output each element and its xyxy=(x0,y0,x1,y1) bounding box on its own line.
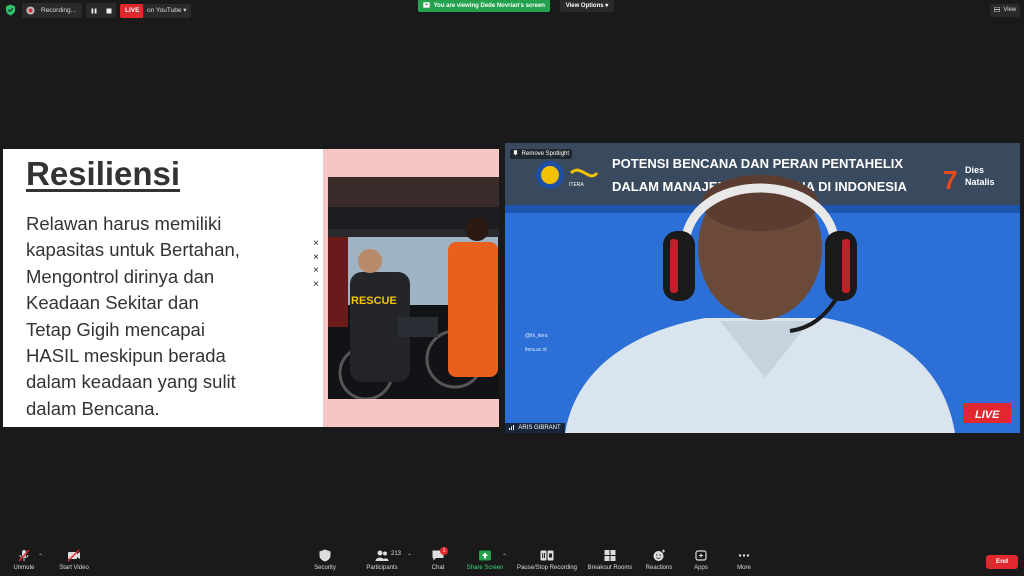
slide-body-line: kapasitas untuk Bertahan, xyxy=(26,239,240,261)
participants-count: 213 xyxy=(391,551,402,557)
share-screen-icon xyxy=(479,550,491,561)
grid-view-icon xyxy=(993,6,1001,13)
more-label: More xyxy=(737,565,751,571)
breakout-rooms-button[interactable]: Breakout Rooms xyxy=(585,542,635,576)
view-options-button[interactable]: View Options ▾ xyxy=(560,0,614,12)
slide-body-line: Relawan harus memiliki xyxy=(26,213,222,234)
vest-label: RESCUE xyxy=(351,295,397,307)
share-screen-button[interactable]: Share Screen xyxy=(465,542,505,576)
view-button[interactable]: View xyxy=(990,4,1020,17)
share-screen-label: Share Screen xyxy=(466,565,504,571)
security-button[interactable]: Security xyxy=(310,542,340,576)
slide-title: Resiliensi xyxy=(26,155,181,192)
video-live-badge: LIVE xyxy=(975,409,1000,421)
reactions-button[interactable]: Reactions xyxy=(643,542,675,576)
slide-body: Relawan harus memiliki kapasitas untuk B… xyxy=(26,211,296,422)
apps-label: Apps xyxy=(694,565,708,571)
slide-body-line: Mengontrol dirinya dan xyxy=(26,265,215,287)
stream-destination[interactable]: on YouTube ▾ xyxy=(143,4,191,18)
unmute-button[interactable]: Unmute xyxy=(8,542,40,576)
chevron-up-icon[interactable]: ⌃ xyxy=(407,553,412,560)
x-bullet: × xyxy=(313,238,319,249)
shield-icon xyxy=(319,549,331,562)
slide-body-line: dalam keadaan yang sulit xyxy=(26,371,236,393)
banner-line-1: POTENSI BENCANA DAN PERAN PENTAHELIX xyxy=(612,156,903,171)
x-bullet: × xyxy=(313,265,319,276)
breakout-rooms-label: Breakout Rooms xyxy=(587,565,633,571)
shared-screen-slide: Resiliensi Relawan harus memiliki kapasi… xyxy=(3,149,499,427)
chevron-up-icon[interactable]: ⌃ xyxy=(502,553,507,560)
pause-stop-recording-label: Pause/Stop Recording xyxy=(516,565,578,571)
security-label: Security xyxy=(314,565,336,571)
stream-label: on YouTube xyxy=(147,7,182,14)
slide-body-line: Keadaan Sekitar dan xyxy=(26,292,199,314)
remove-spotlight-label: Remove Spotlight xyxy=(521,151,570,157)
apps-button[interactable]: Apps xyxy=(688,542,714,576)
stop-icon[interactable] xyxy=(106,8,112,14)
participants-button[interactable]: Participants xyxy=(362,542,402,576)
x-bullet: × xyxy=(313,251,319,263)
recording-indicator[interactable]: Recording... xyxy=(22,3,82,18)
shield-icon[interactable] xyxy=(5,4,16,16)
reactions-label: Reactions xyxy=(645,565,673,571)
start-video-button[interactable]: Start Video xyxy=(56,542,92,576)
slide-body-line: HASIL meskipun berada xyxy=(26,345,226,367)
meeting-toolbar: Unmute ⌃ Start Video Security Participan… xyxy=(0,542,1024,576)
participants-label: Participants xyxy=(366,565,398,571)
breakout-rooms-icon xyxy=(604,550,616,561)
smiley-plus-icon xyxy=(653,549,665,561)
slide-bullets: × × × × xyxy=(313,237,319,291)
dies-number: 7 xyxy=(943,165,957,195)
unmute-label: Unmute xyxy=(13,565,35,571)
dies-line-1: Dies xyxy=(965,165,984,175)
pause-stop-icon xyxy=(540,550,554,561)
more-button[interactable]: More xyxy=(731,542,757,576)
end-meeting-button[interactable]: End xyxy=(986,555,1018,569)
viewing-banner: You are viewing Dede Novrian's screen xyxy=(418,0,550,12)
viewing-label: You are viewing Dede Novrian's screen xyxy=(433,3,545,9)
chevron-down-icon: ▾ xyxy=(183,7,187,14)
slide-body-line: dalam Bencana. xyxy=(26,397,160,419)
pause-stop-recording-button[interactable]: Pause/Stop Recording xyxy=(513,542,581,576)
view-button-label: View xyxy=(1003,7,1017,13)
x-bullet: × xyxy=(313,278,319,290)
itera-logo-text: ITERA xyxy=(569,182,584,188)
live-badge[interactable]: LIVE xyxy=(120,4,145,18)
chevron-up-icon[interactable]: ⌃ xyxy=(38,553,43,560)
share-screen-icon xyxy=(423,2,430,9)
chat-label: Chat xyxy=(431,565,445,571)
speaker-video-frame: ITERA POTENSI BENCANA DAN PERAN PENTAHEL… xyxy=(505,143,1020,433)
cloud-recording-icon xyxy=(26,6,35,15)
apps-icon xyxy=(695,550,707,561)
chat-unread-badge: 1 xyxy=(440,547,448,555)
recording-controls xyxy=(86,3,116,18)
slide-body-line: Tetap Gigih mencapai xyxy=(26,318,205,340)
signal-bars-icon xyxy=(509,425,514,431)
social-handle-1: @itk_itera xyxy=(525,333,548,339)
participants-icon xyxy=(375,550,389,561)
remove-spotlight-button[interactable]: Remove Spotlight xyxy=(510,149,573,159)
social-handle-2: itera.ac.id xyxy=(525,347,547,353)
spotlight-video[interactable]: ITERA POTENSI BENCANA DAN PERAN PENTAHEL… xyxy=(505,143,1020,433)
view-options-label: View Options xyxy=(565,3,604,9)
top-bar: Recording... LIVE on YouTube ▾ You are v… xyxy=(0,0,1024,20)
recording-label: Recording... xyxy=(41,7,77,14)
participant-name: ARIS GIBRANT xyxy=(518,425,561,431)
start-video-label: Start Video xyxy=(59,565,89,571)
video-off-icon xyxy=(67,549,80,562)
participant-name-tag: ARIS GIBRANT xyxy=(505,423,565,433)
pause-icon[interactable] xyxy=(91,8,97,14)
ellipsis-icon xyxy=(738,554,750,557)
chat-button[interactable]: Chat xyxy=(425,542,451,576)
muted-microphone-icon xyxy=(18,549,30,562)
pin-icon xyxy=(512,150,519,157)
dies-line-2: Natalis xyxy=(965,177,995,187)
rescue-boat-photo: RESCUE xyxy=(328,177,499,399)
chevron-down-icon: ▾ xyxy=(605,3,609,9)
